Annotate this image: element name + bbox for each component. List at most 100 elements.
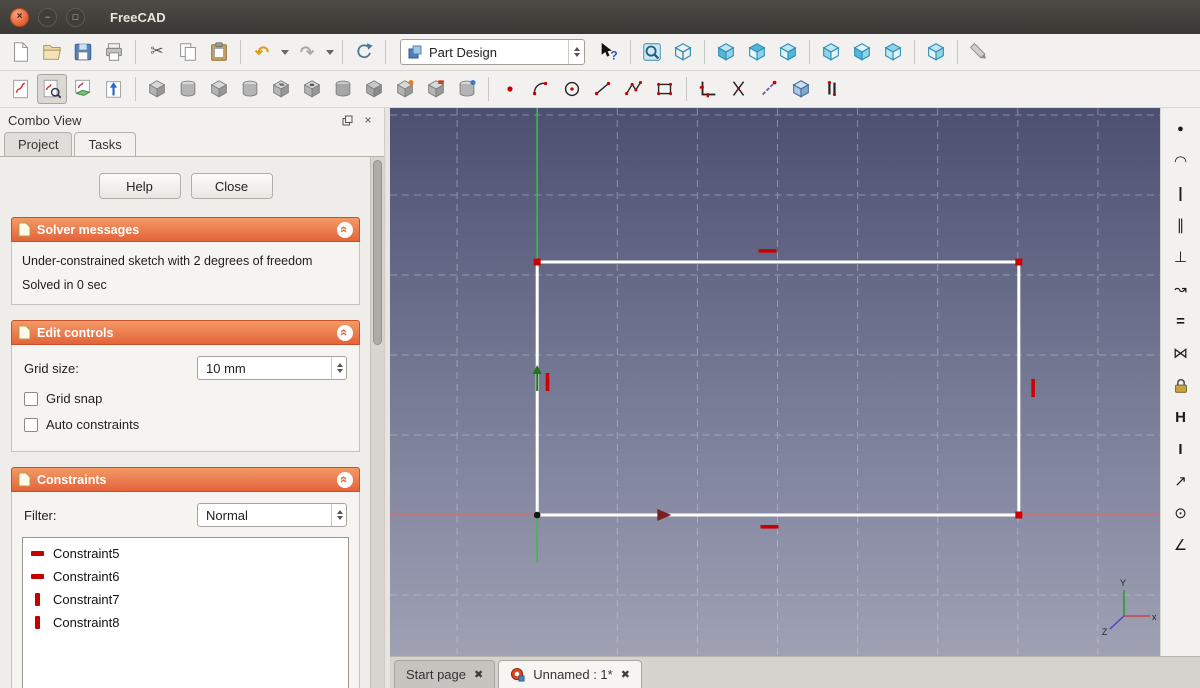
constrain-horizontal-distance-button[interactable]: H — [1167, 404, 1195, 431]
filter-select[interactable]: Normal — [197, 503, 347, 527]
toggle-construction-button[interactable] — [786, 74, 816, 104]
constrain-radius-button[interactable]: ⊙ — [1167, 500, 1195, 527]
isometric-view-button[interactable] — [668, 37, 698, 67]
pocket-button[interactable] — [266, 74, 296, 104]
additive-pipe-button[interactable] — [235, 74, 265, 104]
whats-this-button[interactable]: ? — [594, 37, 624, 67]
mirrored-button[interactable] — [390, 74, 420, 104]
constrain-point-on-object-button[interactable]: ◠ — [1167, 148, 1195, 175]
undo-dropdown-button[interactable] — [278, 37, 291, 67]
rear-view-button[interactable] — [816, 37, 846, 67]
origin-point[interactable] — [533, 511, 541, 519]
tab-project[interactable]: Project — [4, 132, 73, 156]
constrain-equal-button[interactable]: = — [1167, 308, 1195, 335]
scrollbar-thumb[interactable] — [373, 160, 382, 345]
groove-button[interactable] — [328, 74, 358, 104]
auto-constraints-checkbox[interactable] — [24, 417, 38, 432]
top-view-button[interactable] — [742, 37, 772, 67]
tab-tasks[interactable]: Tasks — [74, 132, 136, 156]
horizontal-constraint-marker-bottom[interactable] — [760, 525, 779, 529]
constrain-vertical-button[interactable]: | — [1167, 180, 1195, 207]
constrain-tangent-button[interactable]: ↝ — [1167, 276, 1195, 303]
constrain-coincident-button[interactable]: ● — [1167, 116, 1195, 143]
edit-controls-header[interactable]: Edit controls « — [11, 320, 360, 345]
collapse-section-button[interactable]: « — [337, 324, 353, 341]
titlebar[interactable]: × − □ FreeCAD — [0, 0, 1200, 34]
tab-unnamed-document[interactable]: Unnamed : 1* ✖ — [498, 660, 642, 688]
polar-pattern-button[interactable] — [452, 74, 482, 104]
additive-loft-button[interactable] — [204, 74, 234, 104]
axonometric-view-button[interactable] — [921, 37, 951, 67]
print-button[interactable] — [99, 37, 129, 67]
bottom-view-button[interactable] — [847, 37, 877, 67]
copy-button[interactable] — [173, 37, 203, 67]
grid-size-select[interactable]: 10 mm — [197, 356, 347, 380]
tab-start-page[interactable]: Start page ✖ — [394, 660, 496, 688]
undo-button[interactable]: ↶ — [247, 37, 277, 67]
constrain-vertical-distance-button[interactable]: I — [1167, 436, 1195, 463]
list-item[interactable]: Constraint8 — [25, 611, 346, 634]
3d-viewport[interactable]: Y x Z — [390, 108, 1160, 656]
constrain-distance-button[interactable]: ↗ — [1167, 468, 1195, 495]
right-view-button[interactable] — [773, 37, 803, 67]
redo-dropdown-button[interactable] — [323, 37, 336, 67]
horizontal-constraint-marker-top[interactable] — [758, 249, 777, 253]
solver-messages-header[interactable]: Solver messages « — [11, 217, 360, 242]
window-maximize-button[interactable]: □ — [66, 7, 85, 27]
list-item[interactable]: Constraint5 — [25, 542, 346, 565]
leave-sketch-button[interactable] — [99, 74, 129, 104]
pad-button[interactable] — [142, 74, 172, 104]
create-circle-button[interactable] — [557, 74, 587, 104]
measure-distance-button[interactable] — [964, 37, 994, 67]
constrain-block-button[interactable] — [1167, 372, 1195, 399]
refresh-button[interactable] — [349, 37, 379, 67]
paste-button[interactable] — [204, 37, 234, 67]
constraint-list[interactable]: Constraint5 Constraint6 Constraint7 Cons… — [22, 537, 349, 688]
list-item[interactable]: Constraint6 — [25, 565, 346, 588]
close-tab-icon[interactable]: ✖ — [474, 668, 483, 681]
constrain-lock-button[interactable] — [693, 74, 723, 104]
external-geometry-button[interactable] — [755, 74, 785, 104]
new-document-button[interactable] — [6, 37, 36, 67]
close-tab-icon[interactable]: ✖ — [621, 668, 630, 681]
edit-sketch-button[interactable] — [37, 74, 67, 104]
collapse-section-button[interactable]: « — [337, 471, 353, 488]
create-sketch-button[interactable] — [6, 74, 36, 104]
constraints-header[interactable]: Constraints « — [11, 467, 360, 492]
vertical-constraint-marker-left[interactable] — [545, 373, 550, 391]
close-task-button[interactable]: Close — [190, 173, 273, 199]
create-point-button[interactable] — [495, 74, 525, 104]
window-minimize-button[interactable]: − — [38, 7, 57, 27]
workbench-selector[interactable]: Part Design — [400, 39, 585, 65]
map-sketch-button[interactable] — [68, 74, 98, 104]
vertex-top-left[interactable] — [533, 258, 541, 266]
hole-button[interactable] — [297, 74, 327, 104]
window-close-button[interactable]: × — [10, 7, 29, 27]
revolution-button[interactable] — [173, 74, 203, 104]
constrain-angle-button[interactable]: ∠ — [1167, 532, 1195, 559]
left-view-button[interactable] — [878, 37, 908, 67]
constrain-symmetric-button[interactable]: ⋈ — [1167, 340, 1195, 367]
open-document-button[interactable] — [37, 37, 67, 67]
redo-button[interactable]: ↷ — [292, 37, 322, 67]
list-item[interactable]: Constraint7 — [25, 588, 346, 611]
save-button[interactable] — [68, 37, 98, 67]
create-arc-button[interactable] — [526, 74, 556, 104]
vertex-top-right[interactable] — [1015, 258, 1023, 266]
subtractive-loft-button[interactable] — [359, 74, 389, 104]
grid-snap-checkbox[interactable] — [24, 391, 38, 406]
collapse-section-button[interactable]: « — [337, 221, 353, 238]
create-line-button[interactable] — [588, 74, 618, 104]
fit-all-button[interactable] — [637, 37, 667, 67]
panel-scrollbar[interactable] — [370, 157, 384, 688]
constrain-perpendicular-button[interactable]: ⊥ — [1167, 244, 1195, 271]
vertical-constraint-marker-right[interactable] — [1031, 379, 1035, 397]
float-panel-button[interactable] — [339, 112, 355, 128]
internal-alignment-button[interactable] — [817, 74, 847, 104]
linear-pattern-button[interactable] — [421, 74, 451, 104]
sketch-canvas[interactable]: Y x Z — [390, 108, 1160, 656]
constrain-parallel-button[interactable]: ∥ — [1167, 212, 1195, 239]
front-view-button[interactable] — [711, 37, 741, 67]
cut-button[interactable]: ✂ — [142, 37, 172, 67]
create-rectangle-button[interactable] — [650, 74, 680, 104]
